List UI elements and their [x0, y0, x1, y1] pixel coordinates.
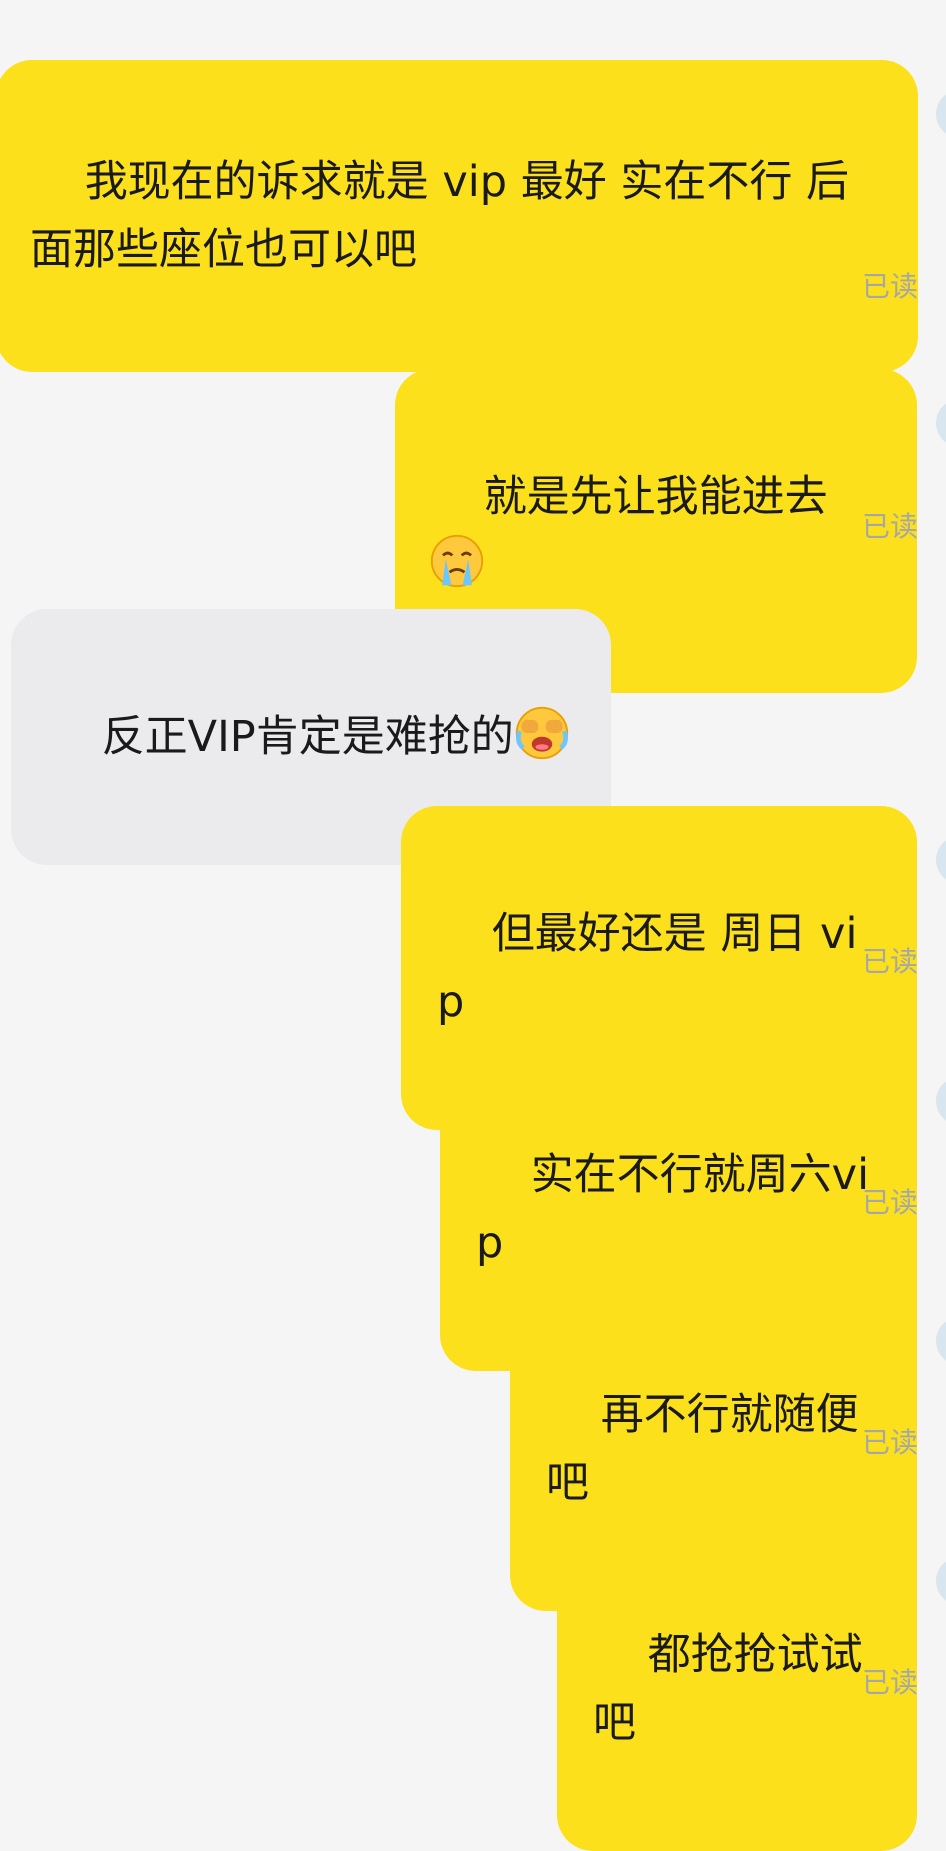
avatar[interactable]	[936, 1077, 946, 1125]
avatar[interactable]	[936, 399, 946, 447]
chat-thread: 我现在的诉求就是 vip 最好 实在不行 后面那些座位也可以吧 已读 就是先让我…	[0, 0, 946, 1851]
read-status: 已读	[861, 510, 918, 543]
crying-face-icon	[430, 534, 484, 588]
message-text: 我现在的诉求就是 vip 最好 实在不行 后面那些座位也可以吧	[30, 157, 850, 275]
message-text: 反正VIP肯定是难抢的	[101, 712, 514, 762]
avatar[interactable]	[936, 1557, 946, 1605]
avatar[interactable]	[936, 836, 946, 884]
read-status: 已读	[861, 1186, 918, 1219]
message-text: 实在不行就周六vip	[476, 1150, 870, 1268]
read-status: 已读	[861, 1426, 918, 1459]
read-status: 已读	[861, 1666, 918, 1699]
outgoing-message[interactable]: 我现在的诉求就是 vip 最好 实在不行 后面那些座位也可以吧	[0, 60, 918, 372]
avatar[interactable]	[936, 1317, 946, 1365]
message-text: 再不行就随便吧	[546, 1390, 859, 1508]
message-text: 但最好还是 周日 vip	[437, 909, 858, 1027]
message-text: 都抢抢试试吧	[593, 1630, 863, 1748]
read-status: 已读	[861, 270, 918, 303]
loudly-crying-face-icon	[515, 706, 568, 760]
read-status: 已读	[861, 945, 918, 978]
avatar[interactable]	[936, 90, 946, 138]
message-text: 就是先让我能进去	[483, 472, 828, 522]
